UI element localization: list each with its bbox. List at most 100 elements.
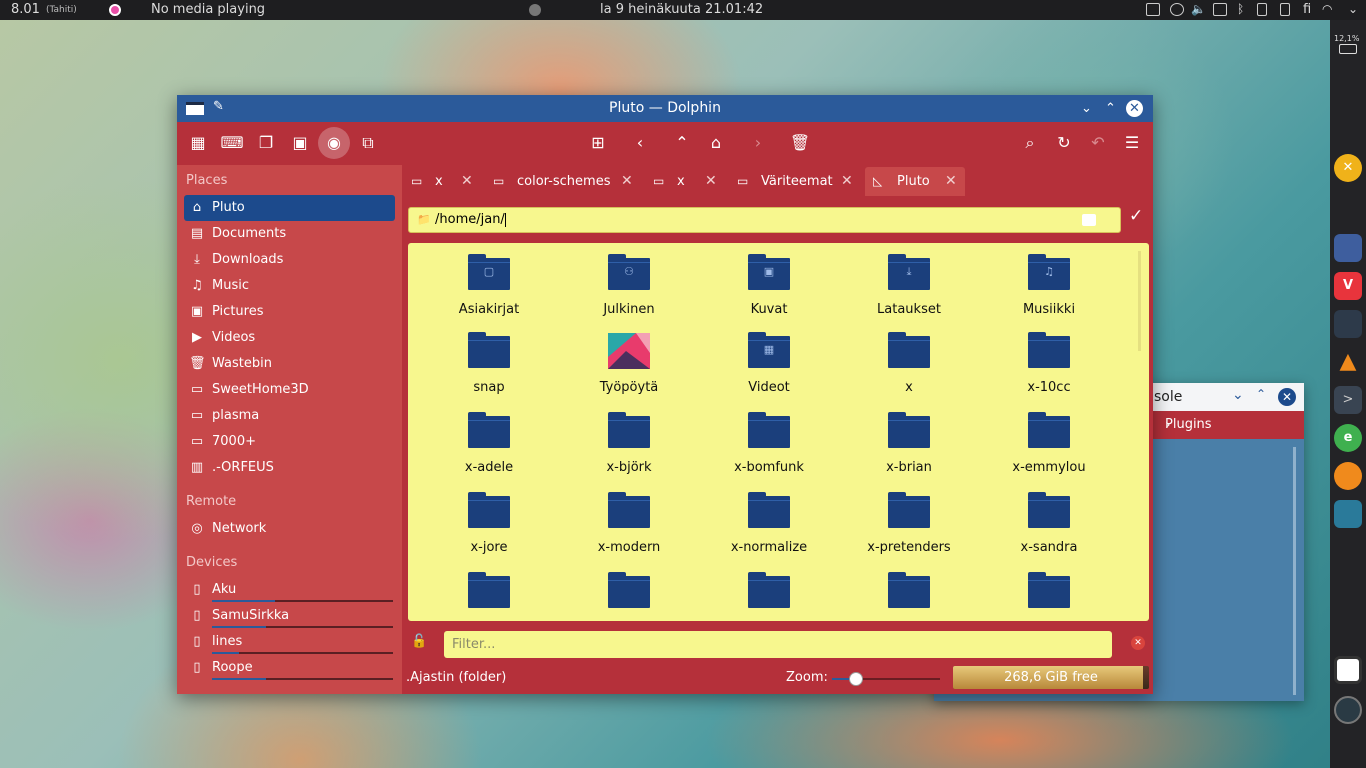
tab-close-icon[interactable]: ✕ [461,173,473,189]
place-item[interactable]: ⌂ Pluto [184,195,395,221]
wifi-icon[interactable]: ◠ [1322,2,1332,16]
dolphin-launcher-icon[interactable] [1334,234,1362,262]
home-icon[interactable]: ⌂ [700,127,732,159]
location-path[interactable]: /home/jan/ [435,212,505,227]
scrollbar[interactable] [1138,251,1141,351]
file-item[interactable]: x-emmylou [989,406,1109,482]
tab[interactable]: ▭ x ✕ [645,167,725,196]
place-item[interactable]: ▣ Pictures [184,299,395,325]
place-item[interactable]: ▭ plasma [184,403,395,429]
file-item[interactable]: ⚇ Julkinen [569,248,689,324]
new-window-icon[interactable]: ❐ [250,127,282,159]
file-item[interactable] [989,566,1109,621]
tab[interactable]: ▭ Väriteemat ✕ [729,167,861,196]
clock-launcher-icon[interactable] [1334,696,1362,724]
file-item[interactable]: x-modern [569,486,689,562]
clipboard-tray-icon[interactable] [1280,3,1290,16]
file-item[interactable]: x [849,326,969,402]
file-item[interactable]: x-pretenders [849,486,969,562]
vpn-tray-icon[interactable] [1170,3,1184,16]
free-space-bar[interactable]: 268,6 GiB free [953,666,1149,689]
file-item[interactable]: x-adele [429,406,549,482]
bluetooth-icon[interactable]: ᛒ [1237,2,1244,16]
menu-chevron-icon[interactable]: ⌄ [1348,2,1358,16]
device-item[interactable]: ▯ SamuSirkka [184,603,395,629]
trash-icon[interactable]: 🗑 [784,127,816,159]
keyboard-layout[interactable]: fi [1303,2,1311,17]
place-item[interactable]: ▭ 7000+ [184,429,395,455]
tab[interactable]: ▭ color-schemes ✕ [485,167,641,196]
search-icon[interactable]: ⌕ [1014,127,1046,159]
orange-app-launcher-icon[interactable] [1334,462,1362,490]
refresh-icon[interactable]: ↻ [1048,127,1080,159]
new-tab-icon[interactable]: ⧉ [352,127,384,159]
file-view[interactable]: ▢ Asiakirjat ⚇ Julkinen ▣ Kuvat ⤓ Lataukset ♫ Mus… [408,243,1149,621]
file-item[interactable] [569,566,689,621]
place-item[interactable]: ▶ Videos [184,325,395,351]
scrollbar[interactable] [1293,447,1296,695]
back-icon[interactable]: ‹ [624,127,656,159]
kstars-launcher-icon[interactable] [1334,500,1362,528]
device-item[interactable]: ▯ Aku [184,577,395,603]
tab[interactable]: ◺ Pluto ✕ [865,167,965,196]
maximize-icon[interactable]: ⌃ [1102,100,1119,117]
tab-close-icon[interactable]: ✕ [705,173,717,189]
close-icon[interactable]: ✕ [1126,100,1143,117]
file-item[interactable]: ▣ Kuvat [709,248,829,324]
split-view-icon[interactable]: ⊞ [582,127,614,159]
file-item[interactable] [709,566,829,621]
vlc-launcher-icon[interactable]: ▲ [1334,348,1362,376]
mixer-launcher-icon[interactable] [1334,310,1362,338]
tab-close-icon[interactable]: ✕ [841,173,853,189]
lock-tray-icon[interactable] [1257,3,1267,16]
zoom-slider[interactable] [832,672,940,686]
confirm-location-icon[interactable]: ✓ [1129,206,1143,226]
file-item[interactable]: Työpöytä [569,326,689,402]
notes-launcher-icon[interactable] [1334,656,1362,684]
file-item[interactable]: x-10cc [989,326,1109,402]
lock-icon[interactable]: 🔓 [411,634,427,649]
battery-icon[interactable] [1339,44,1357,54]
file-item[interactable]: x-brian [849,406,969,482]
clear-location-icon[interactable] [1082,214,1096,226]
file-item[interactable]: x-normalize [709,486,829,562]
tab[interactable]: ▭ x ✕ [403,167,481,196]
place-item[interactable]: 🗑 Wastebin [184,351,395,377]
file-item[interactable]: snap [429,326,549,402]
terminal-icon[interactable]: ⌨ [216,127,248,159]
file-item[interactable]: x-bomfunk [709,406,829,482]
vivaldi-launcher-icon[interactable]: V [1334,272,1362,300]
clock-time[interactable]: 8.01 [11,2,40,17]
minimize-icon[interactable]: ⌄ [1078,100,1095,117]
hamburger-menu-icon[interactable]: ☰ [1116,127,1148,159]
place-item[interactable]: ▤ Documents [184,221,395,247]
filter-input[interactable] [444,631,1112,658]
remote-item[interactable]: ◎ Network [184,516,395,542]
view-mode-icon[interactable]: ▦ [182,127,214,159]
battery-tray-icon[interactable] [1146,3,1160,16]
maximize-icon[interactable]: ⌃ [1256,387,1266,401]
kate-launcher-icon[interactable]: e [1334,424,1362,452]
file-item[interactable] [429,566,549,621]
show-hidden-icon[interactable]: ◉ [318,127,350,159]
undo-icon[interactable]: ↶ [1082,127,1114,159]
display-tray-icon[interactable] [1213,3,1227,16]
media-player-icon[interactable] [109,4,121,16]
close-filter-icon[interactable]: ✕ [1131,636,1145,650]
location-bar[interactable]: 📁 /home/jan/ [408,207,1121,233]
close-icon[interactable]: ✕ [1278,388,1296,406]
file-item[interactable]: ♫ Musiikki [989,248,1109,324]
play-icon[interactable] [529,4,541,16]
place-item[interactable]: ▥ .-ORFEUS [184,455,395,481]
media-status[interactable]: No media playing [151,2,265,17]
file-item[interactable]: ▦ Videot [709,326,829,402]
file-item[interactable]: ▢ Asiakirjat [429,248,549,324]
close-app-icon[interactable]: ✕ [1334,154,1362,182]
preview-image-icon[interactable]: ▣ [284,127,316,159]
konsole-launcher-icon[interactable]: > [1334,386,1362,414]
up-icon[interactable]: ⌃ [666,127,698,159]
forward-icon[interactable]: › [742,127,774,159]
file-item[interactable]: x-björk [569,406,689,482]
datetime[interactable]: la 9 heinäkuuta 21.01:42 [600,2,763,17]
file-item[interactable] [849,566,969,621]
